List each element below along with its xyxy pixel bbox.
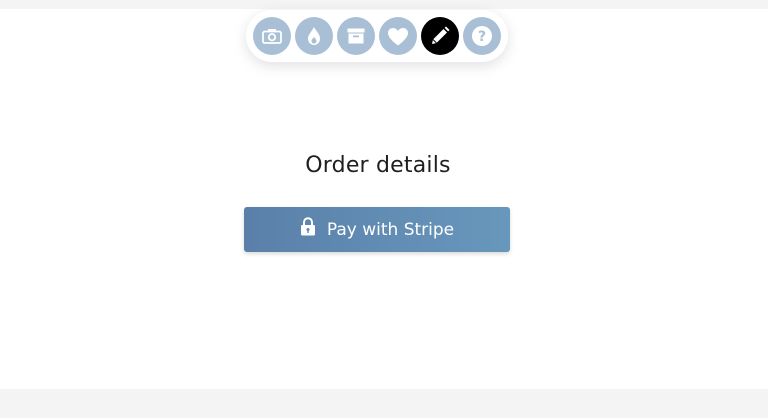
bottom-strip: [0, 389, 768, 418]
help-glyph: ?: [478, 29, 486, 45]
help-icon: ?: [472, 26, 492, 46]
pencil-button[interactable]: [421, 17, 459, 55]
pencil-icon: [432, 26, 450, 44]
icon-toolbar: ?: [246, 10, 508, 62]
pay-with-stripe-button[interactable]: Pay with Stripe: [244, 207, 510, 252]
heart-button[interactable]: [379, 17, 417, 55]
top-strip: [0, 0, 768, 9]
pay-button-label: Pay with Stripe: [326, 219, 455, 240]
camera-button[interactable]: [253, 17, 291, 55]
flame-button[interactable]: [295, 17, 333, 55]
lock-icon: [300, 216, 316, 240]
help-button[interactable]: ?: [463, 17, 501, 55]
archive-button[interactable]: [337, 17, 375, 55]
camera-icon: [262, 29, 282, 44]
archive-icon: [347, 28, 365, 44]
flame-icon: [308, 27, 320, 45]
heart-icon: [388, 27, 408, 45]
page-title: Order details: [305, 153, 451, 178]
